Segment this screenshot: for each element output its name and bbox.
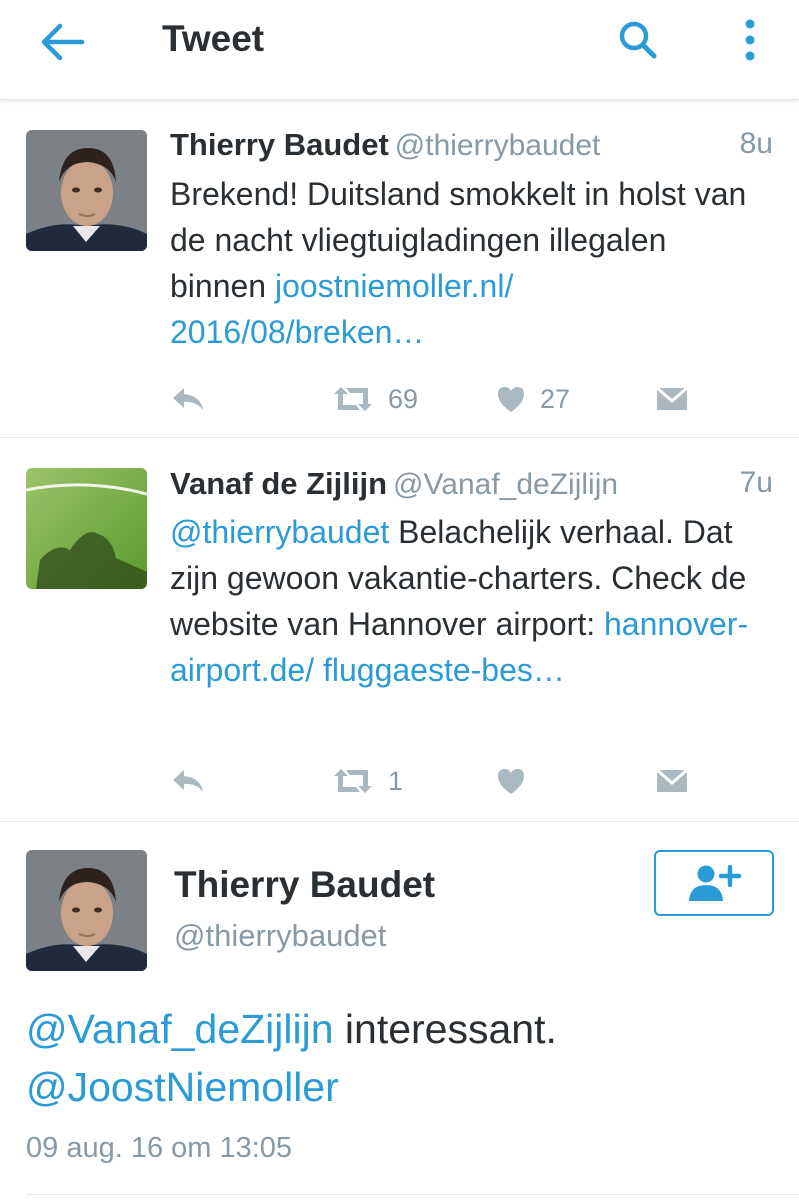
page-title: Tweet [162, 18, 265, 59]
tweet-time: 7u [739, 466, 773, 499]
app-bar: Tweet [0, 0, 799, 100]
tweet-item[interactable]: Thierry Baudet @thierrybaudet 8u Brekend!… [0, 101, 799, 438]
follow-user-plus-icon [689, 864, 742, 901]
like-button[interactable] [496, 759, 540, 803]
search-icon[interactable] [614, 16, 662, 64]
tweet-header: Vanaf de Zijlijn @Vanaf_deZijlijn 7u [170, 466, 773, 506]
like-count: 27 [540, 383, 571, 414]
tweet-detail: Thierry Baudet @thierrybaudet @Vanaf_deZ… [0, 822, 799, 1200]
retweet-icon [334, 387, 372, 411]
mention-link[interactable]: @thierrybaudet [170, 514, 389, 550]
divider [26, 1194, 799, 1195]
retweet-icon [334, 769, 372, 793]
tweet-time: 8u [739, 127, 773, 160]
author-name[interactable]: Thierry Baudet [174, 864, 435, 906]
retweet-button[interactable]: 1 [332, 759, 403, 803]
author-handle[interactable]: @Vanaf_deZijlijn [393, 468, 618, 501]
author-name[interactable]: Vanaf de Zijlijn [170, 466, 387, 501]
tweet-text: @Vanaf_deZijlijn interessant. @JoostNiem… [26, 1000, 766, 1116]
tweet-actions: 1 [170, 759, 700, 803]
tweet-text: @thierrybaudet Belachelijk verhaal. Dat … [170, 509, 770, 693]
envelope-icon [656, 768, 688, 792]
direct-message-button[interactable] [656, 759, 688, 803]
author-handle[interactable]: @thierrybaudet [174, 918, 386, 954]
heart-icon [498, 387, 524, 412]
follow-button[interactable] [654, 850, 774, 916]
reply-button[interactable] [170, 377, 206, 421]
heart-icon [498, 769, 524, 794]
retweet-count: 69 [388, 383, 419, 414]
avatar[interactable] [26, 850, 147, 971]
avatar[interactable] [26, 468, 147, 589]
mention-link[interactable]: @Vanaf_deZijlijn [26, 1006, 334, 1052]
retweet-count: 1 [388, 765, 404, 796]
reply-button[interactable] [170, 759, 206, 803]
retweet-button[interactable]: 69 [332, 377, 418, 421]
author-handle[interactable]: @thierrybaudet [395, 129, 601, 162]
tweet-header: Thierry Baudet @thierrybaudet 8u [170, 127, 773, 167]
tweet-body: interessant. [333, 1006, 557, 1052]
like-button[interactable]: 27 [496, 377, 570, 421]
tweet-item[interactable]: Vanaf de Zijlijn @Vanaf_deZijlijn 7u @thi… [0, 438, 799, 822]
avatar[interactable] [26, 130, 147, 251]
author-name[interactable]: Thierry Baudet [170, 127, 389, 162]
tweet-text: Brekend! Duitsland smokkelt in holst van… [170, 171, 770, 355]
tweet-actions: 69 27 [170, 377, 700, 421]
arrow-left-icon[interactable] [38, 20, 88, 64]
tweet-timestamp: 09 aug. 16 om 13:05 [26, 1132, 293, 1164]
more-vertical-icon[interactable] [732, 14, 768, 66]
mention-link[interactable]: @JoostNiemoller [26, 1064, 339, 1110]
reply-icon [173, 388, 203, 410]
reply-icon [173, 770, 203, 792]
direct-message-button[interactable] [656, 377, 688, 421]
envelope-icon [656, 386, 688, 410]
